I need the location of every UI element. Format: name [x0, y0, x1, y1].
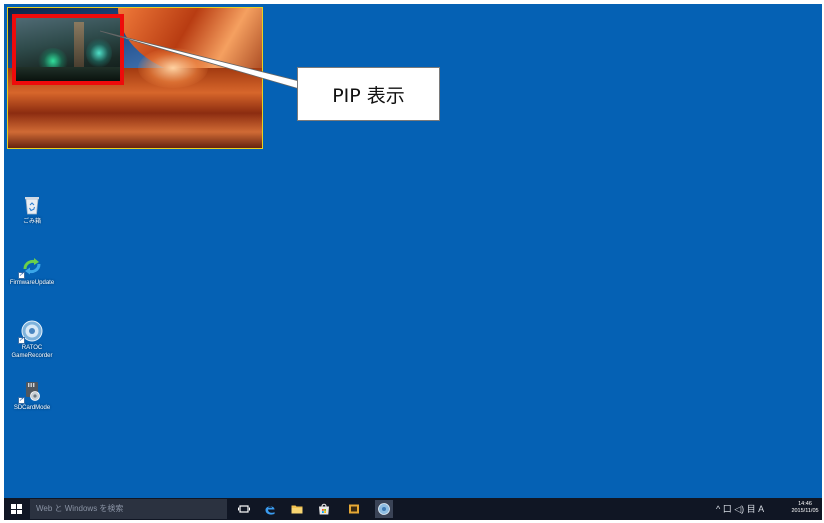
- desktop-icon-game-recorder[interactable]: ↗ RATOC GameRecorder: [6, 320, 58, 360]
- desktop-icon-label: SDCardMode: [13, 405, 51, 411]
- game-recorder-taskbar-icon[interactable]: [375, 500, 393, 518]
- tray-icons-text: ^ 口 ◁) 目 A: [716, 504, 765, 514]
- desktop-icon-firmware-update[interactable]: ↗ FirmwareUpdate: [6, 255, 58, 287]
- media-app-icon[interactable]: [347, 502, 361, 516]
- video-preview-window[interactable]: [7, 7, 263, 149]
- taskbar: Web と Windows を検索 ^ 口 ◁) 目 A 14:46 2015/…: [4, 498, 822, 520]
- task-view-icon[interactable]: [237, 502, 251, 516]
- shortcut-arrow-icon: ↗: [18, 397, 25, 404]
- recycle-bin-icon: [21, 194, 43, 216]
- pip-callout-label: PIP 表示: [297, 67, 440, 121]
- desktop-icon-label: ごみ箱: [22, 219, 41, 225]
- desktop-icon-label: RATOC GameRecorder: [11, 345, 53, 359]
- search-box[interactable]: Web と Windows を検索: [30, 499, 227, 519]
- firmware-update-icon: ↗: [18, 255, 43, 279]
- taskbar-clock[interactable]: 14:46 2015/11/05: [786, 501, 824, 515]
- shortcut-arrow-icon: ↗: [18, 272, 25, 279]
- desktop-icon-recycle-bin[interactable]: ごみ箱: [6, 194, 58, 226]
- search-placeholder: Web と Windows を検索: [36, 504, 124, 513]
- callout-text: PIP 表示: [332, 84, 405, 107]
- pip-scene-ground: [16, 67, 120, 81]
- shortcut-arrow-icon: ↗: [18, 337, 25, 344]
- pip-inset[interactable]: [12, 14, 124, 85]
- desktop-icon-label: FirmwareUpdate: [9, 280, 55, 286]
- system-tray[interactable]: ^ 口 ◁) 目 A: [716, 498, 764, 520]
- edge-browser-icon[interactable]: [263, 502, 277, 516]
- clock-date: 2015/11/05: [791, 508, 819, 514]
- clock-time: 14:46: [798, 501, 812, 507]
- game-recorder-icon: ↗: [18, 320, 43, 344]
- preview-light: [138, 48, 208, 88]
- start-button[interactable]: [11, 504, 23, 515]
- desktop-icon-sd-card-mode[interactable]: ↗ SDCardMode: [6, 380, 58, 412]
- pip-scene-glow: [86, 38, 112, 68]
- sd-card-mode-icon: ↗: [18, 380, 43, 404]
- file-explorer-icon[interactable]: [290, 502, 304, 516]
- store-icon[interactable]: [317, 502, 331, 516]
